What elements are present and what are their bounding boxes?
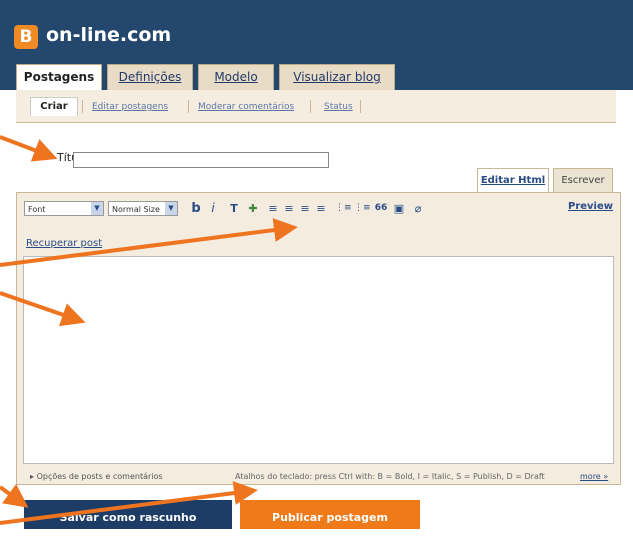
subtab-moderar-comentarios[interactable]: Moderar comentários xyxy=(198,98,294,116)
tab-edit-html[interactable]: Editar Html xyxy=(477,168,549,193)
tab-visualizar-blog[interactable]: Visualizar blog xyxy=(279,64,395,90)
tab-definicoes[interactable]: Definições xyxy=(107,64,193,90)
bulleted-list-icon[interactable]: ⋮≡ xyxy=(354,201,371,216)
keyboard-shortcuts-hint: Atalhos do teclado: press Ctrl with: B =… xyxy=(235,472,545,481)
more-shortcuts-link[interactable]: more » xyxy=(580,472,608,481)
italic-icon[interactable]: i xyxy=(208,201,218,216)
sub-navigation: Criar Editar postagens Moderar comentári… xyxy=(16,90,616,123)
align-center-icon[interactable]: ≡ xyxy=(283,201,295,216)
image-icon[interactable]: ▣ xyxy=(392,201,406,216)
link-icon[interactable]: ✚ xyxy=(246,201,260,216)
post-body-textarea[interactable] xyxy=(23,256,614,464)
editor-toolbar: Font ▼ Normal Size ▼ b i T ✚ ≡ ≡ ≡ ≡ ⋮≡ … xyxy=(24,201,614,219)
tab-modelo[interactable]: Modelo xyxy=(198,64,274,90)
preview-link[interactable]: Preview xyxy=(568,201,613,212)
title-input[interactable] xyxy=(73,152,329,168)
align-right-icon[interactable]: ≡ xyxy=(299,201,311,216)
subnav-divider xyxy=(188,100,189,113)
size-select-value: Normal Size xyxy=(112,205,160,214)
subtab-criar[interactable]: Criar xyxy=(30,97,78,116)
bold-icon[interactable]: b xyxy=(190,201,202,216)
align-left-icon[interactable]: ≡ xyxy=(267,201,279,216)
chevron-down-icon: ▼ xyxy=(165,202,177,215)
font-select[interactable]: Font ▼ xyxy=(24,201,104,216)
post-options-label: Opções de posts e comentários xyxy=(36,472,163,481)
arrow-to-draft xyxy=(0,483,29,508)
blogger-logo-icon[interactable]: B xyxy=(14,25,38,49)
site-title: on-line.com xyxy=(46,24,172,46)
font-select-value: Font xyxy=(28,205,46,214)
chevron-down-icon: ▼ xyxy=(91,202,103,215)
subtab-status[interactable]: Status xyxy=(324,98,353,116)
recover-post-link[interactable]: Recuperar post xyxy=(26,238,102,249)
post-options-toggle[interactable]: ▸ Opções de posts e comentários xyxy=(30,472,163,481)
tab-postagens[interactable]: Postagens xyxy=(16,64,102,91)
subtab-editar-postagens[interactable]: Editar postagens xyxy=(92,98,168,116)
arrow-to-title xyxy=(0,135,58,162)
publish-button[interactable]: Publicar postagem xyxy=(240,500,420,529)
subnav-divider xyxy=(310,100,311,113)
subnav-divider xyxy=(360,100,361,113)
size-select[interactable]: Normal Size ▼ xyxy=(108,201,178,216)
justify-icon[interactable]: ≡ xyxy=(315,201,327,216)
save-draft-button[interactable]: Salvar como rascunho xyxy=(24,500,232,529)
blogger-header: B on-line.com Postagens Definições Model… xyxy=(0,0,633,91)
eraser-icon[interactable]: ⌀ xyxy=(411,201,425,216)
tab-compose[interactable]: Escrever xyxy=(553,168,613,193)
quote-icon[interactable]: 66 xyxy=(374,201,388,216)
numbered-list-icon[interactable]: ⋮≡ xyxy=(335,201,352,216)
subnav-divider xyxy=(82,100,83,113)
text-color-icon[interactable]: T xyxy=(227,201,241,216)
